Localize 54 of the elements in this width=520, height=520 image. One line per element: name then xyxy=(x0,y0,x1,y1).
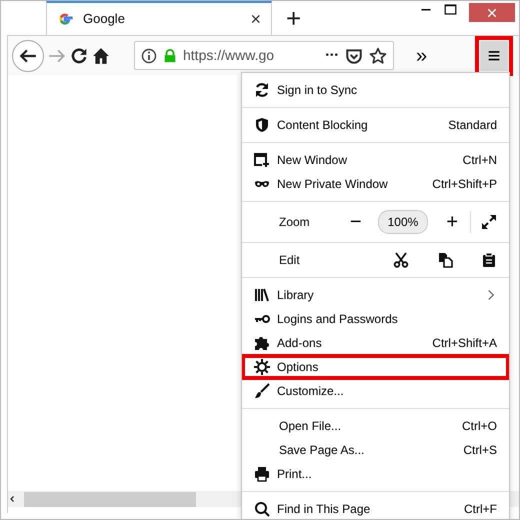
google-logo-icon xyxy=(57,11,73,27)
search-icon xyxy=(254,501,270,517)
new-window-icon xyxy=(254,152,270,168)
shield-icon xyxy=(254,117,270,133)
menu-item[interactable]: Content Blocking Standard xyxy=(242,113,509,137)
menu-item[interactable]: Find in This Page Ctrl+F xyxy=(242,497,509,519)
copy-icon[interactable] xyxy=(437,252,453,268)
menu-item[interactable]: New Window Ctrl+N xyxy=(242,148,509,172)
edit-label: Edit xyxy=(279,252,300,269)
menu-item[interactable]: Customize... xyxy=(242,379,509,403)
menu-item[interactable]: Logins and Passwords xyxy=(242,307,509,331)
maximize-icon[interactable] xyxy=(444,3,457,16)
printer-icon xyxy=(254,466,270,482)
close-icon xyxy=(487,8,497,18)
menu-item[interactable]: Options xyxy=(242,355,509,379)
sync-icon xyxy=(254,82,270,98)
url-bar[interactable]: https://www.go ••• xyxy=(134,41,394,70)
star-icon[interactable] xyxy=(369,46,387,64)
menu-item[interactable]: Library xyxy=(242,283,509,307)
reload-icon[interactable] xyxy=(70,46,88,64)
lock-icon xyxy=(163,48,177,64)
tab-close-button[interactable]: × xyxy=(250,10,261,28)
menu-item[interactable]: New Private Window Ctrl+Shift+P xyxy=(242,172,509,196)
scrollbar-thumb[interactable] xyxy=(24,492,196,506)
close-window-button[interactable] xyxy=(469,3,515,22)
back-button[interactable] xyxy=(12,40,44,72)
zoom-label: Zoom xyxy=(279,214,310,231)
clipboard-icon[interactable] xyxy=(481,252,497,268)
back-arrow-icon xyxy=(19,46,37,64)
menu-item[interactable]: Open File... Ctrl+O xyxy=(242,414,509,438)
menu-button[interactable]: ≡ xyxy=(480,40,508,70)
zoom-reset-button[interactable]: 100% xyxy=(378,210,428,234)
puzzle-icon xyxy=(254,335,270,351)
browser-tab[interactable]: Google × xyxy=(46,1,272,35)
new-tab-button[interactable]: + xyxy=(278,1,310,35)
menu-item[interactable]: Sign in to Sync xyxy=(242,78,509,102)
menu-item[interactable]: Add-ons Ctrl+Shift+A xyxy=(242,331,509,355)
fullscreen-icon[interactable] xyxy=(481,214,497,230)
menu-item[interactable]: Print... xyxy=(242,462,509,486)
scissors-icon[interactable] xyxy=(393,252,409,268)
page-actions-button[interactable]: ••• xyxy=(325,48,339,63)
tab-title: Google xyxy=(83,10,126,28)
library-icon xyxy=(254,287,270,303)
zoom-out-button[interactable]: − xyxy=(344,212,368,232)
gear-icon xyxy=(254,359,270,375)
menu-item[interactable]: Save Page As... Ctrl+S xyxy=(242,438,509,462)
pocket-icon[interactable] xyxy=(345,46,363,64)
url-text: https://www.go xyxy=(183,46,276,65)
scroll-left-icon[interactable] xyxy=(8,494,16,504)
home-icon[interactable] xyxy=(92,46,110,64)
zoom-in-button[interactable]: + xyxy=(440,212,464,232)
overflow-button[interactable]: » xyxy=(412,46,432,66)
brush-icon xyxy=(254,383,270,399)
info-icon[interactable] xyxy=(141,48,157,64)
